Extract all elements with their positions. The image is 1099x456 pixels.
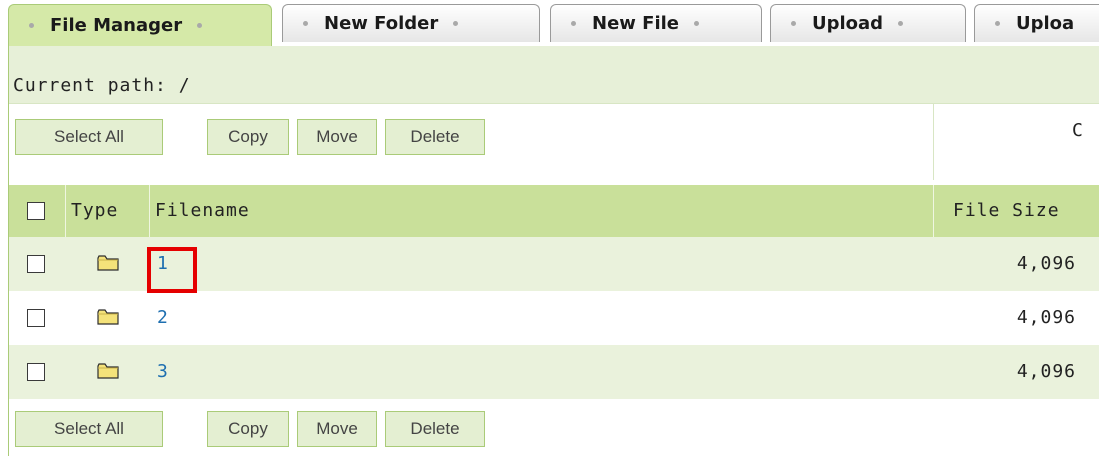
- tab-bullet-icon: [29, 23, 34, 28]
- current-path-text: Current path: /: [13, 75, 191, 96]
- select-all-button[interactable]: Select All: [15, 119, 163, 155]
- tab-bar: File Manager New Folder New File Upload …: [0, 0, 1099, 46]
- column-divider: [149, 185, 150, 237]
- tab-bullet-icon: [898, 21, 904, 26]
- column-header-filename[interactable]: Filename: [155, 200, 250, 221]
- tab-bullet-icon: [197, 23, 203, 28]
- copy-button[interactable]: Copy: [207, 119, 289, 155]
- file-link[interactable]: 2: [157, 307, 168, 328]
- select-all-checkbox[interactable]: [27, 202, 45, 220]
- tab-new-folder[interactable]: New Folder: [282, 4, 540, 42]
- delete-button[interactable]: Delete: [385, 411, 485, 447]
- row-checkbox[interactable]: [27, 255, 45, 273]
- tab-bullet-icon: [791, 21, 796, 26]
- tab-bullet-icon: [303, 21, 308, 26]
- tab-bullet-icon: [694, 21, 700, 26]
- tab-label: Upload: [812, 13, 884, 34]
- tab-bullet-icon: [453, 21, 459, 26]
- file-manager-panel: Current path: / Select All Copy Move Del…: [8, 46, 1099, 456]
- tab-label: New Folder: [324, 13, 439, 34]
- file-link[interactable]: 3: [157, 361, 168, 382]
- folder-icon: [97, 363, 119, 379]
- column-divider: [933, 185, 934, 237]
- table-header: Type Filename File Size: [9, 185, 1099, 237]
- tab-upload[interactable]: Upload: [770, 4, 966, 42]
- copy-button[interactable]: Copy: [207, 411, 289, 447]
- file-link[interactable]: 1: [157, 253, 168, 274]
- move-button[interactable]: Move: [297, 119, 377, 155]
- top-action-bar: Select All Copy Move Delete C: [9, 104, 1099, 180]
- column-divider: [65, 185, 66, 237]
- folder-icon: [97, 309, 119, 325]
- tab-new-file[interactable]: New File: [550, 4, 762, 42]
- divider: [933, 104, 934, 180]
- column-header-file-size[interactable]: File Size: [953, 200, 1060, 221]
- file-size: 4,096: [1016, 307, 1076, 328]
- table-row: 1 4,096: [9, 237, 1099, 291]
- tab-label: New File: [592, 13, 680, 34]
- file-size: 4,096: [1016, 253, 1076, 274]
- tab-file-manager[interactable]: File Manager: [8, 4, 272, 46]
- move-button[interactable]: Move: [297, 411, 377, 447]
- tab-bullet-icon: [995, 21, 1000, 26]
- row-checkbox[interactable]: [27, 363, 45, 381]
- current-path-bar: Current path: /: [9, 46, 1099, 104]
- tab-label: Uploa: [1016, 13, 1075, 34]
- truncated-text: C: [1072, 120, 1083, 141]
- bottom-action-bar: Select All Copy Move Delete: [9, 402, 1099, 456]
- select-all-button[interactable]: Select All: [15, 411, 163, 447]
- tab-bullet-icon: [571, 21, 576, 26]
- delete-button[interactable]: Delete: [385, 119, 485, 155]
- tab-upload-2[interactable]: Uploa: [974, 4, 1099, 42]
- table-row: 3 4,096: [9, 345, 1099, 399]
- table-row: 2 4,096: [9, 291, 1099, 345]
- folder-icon: [97, 255, 119, 271]
- file-manager-app: File Manager New Folder New File Upload …: [0, 0, 1099, 456]
- column-header-type: Type: [71, 200, 119, 221]
- row-checkbox[interactable]: [27, 309, 45, 327]
- file-size: 4,096: [1016, 361, 1076, 382]
- tab-label: File Manager: [50, 15, 183, 36]
